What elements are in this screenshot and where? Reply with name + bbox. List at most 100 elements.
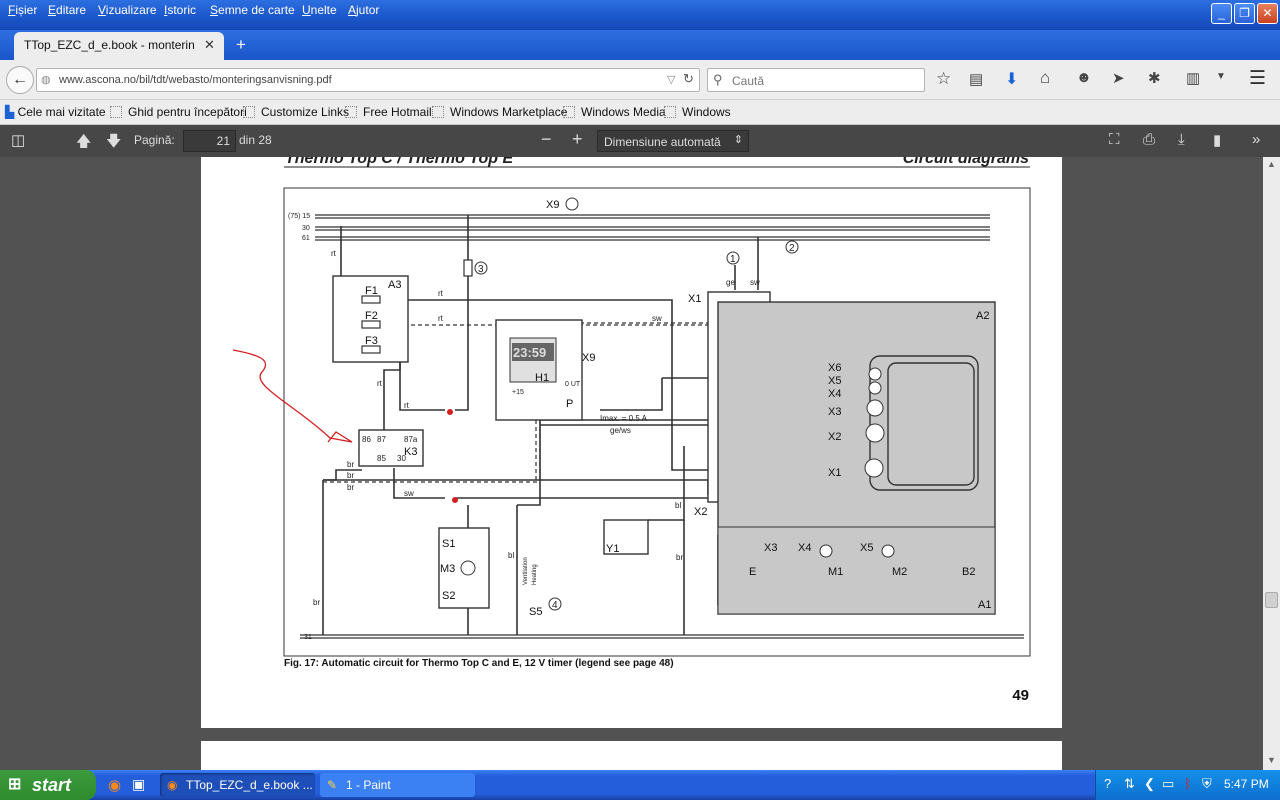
- menu-edit[interactable]: Editare: [48, 3, 86, 17]
- download-icon[interactable]: ⬇: [1005, 69, 1018, 89]
- label-imax: Imax. = 0.5 A: [600, 414, 648, 423]
- bookmark-getting-started[interactable]: Ghid pentru începători: [110, 105, 247, 119]
- task-firefox[interactable]: ◉ TTop_EZC_d_e.book ...: [160, 773, 315, 797]
- bookmark-free-hotmail[interactable]: Free Hotmail: [345, 105, 432, 119]
- search-icon: ⚲: [713, 72, 723, 87]
- tab-strip: TTop_EZC_d_e.book - monterings... ✕ +: [0, 30, 1280, 60]
- marker-3: 3: [478, 264, 484, 275]
- zoom-in-button[interactable]: +: [572, 129, 583, 150]
- reading-list-icon[interactable]: ▤: [969, 70, 983, 88]
- help-icon[interactable]: ?: [1104, 776, 1111, 791]
- marker-4: 4: [552, 600, 558, 611]
- marker-2: 2: [789, 243, 795, 254]
- home-icon[interactable]: ⌂: [1040, 68, 1050, 88]
- url-bar[interactable]: ◍ www.ascona.no/bil/tdt/webasto/monterin…: [36, 68, 700, 92]
- label-x4-lower: X4: [798, 542, 811, 554]
- start-label: start: [32, 775, 72, 795]
- save-icon[interactable]: ⤓: [1178, 131, 1185, 148]
- bookmark-windows-media[interactable]: Windows Media: [563, 105, 666, 119]
- wire-label: rt: [404, 401, 410, 410]
- menu-help[interactable]: Ajutor: [348, 3, 379, 17]
- label-x2: X2: [828, 431, 841, 443]
- presentation-mode-icon[interactable]: ⛶: [1109, 131, 1120, 148]
- back-button[interactable]: ←: [6, 66, 34, 94]
- network-icon[interactable]: ⇅: [1124, 776, 1135, 792]
- scroll-down-icon[interactable]: ▼: [1267, 755, 1276, 765]
- bookmark-windows[interactable]: Windows: [664, 105, 731, 119]
- label-f2: F2: [365, 310, 378, 322]
- bookmark-customize-links[interactable]: Customize Links: [243, 105, 349, 119]
- chevron-down-icon[interactable]: ▼: [1216, 71, 1226, 82]
- maximize-button[interactable]: ❐: [1234, 3, 1255, 24]
- label-e: E: [749, 566, 756, 578]
- firefox-quicklaunch-icon[interactable]: ◉: [108, 776, 121, 794]
- task-paint[interactable]: ✎ 1 - Paint: [320, 773, 475, 797]
- scroll-thumb[interactable]: [1265, 592, 1278, 608]
- chat-icon[interactable]: ☻: [1076, 69, 1092, 86]
- page-number-input[interactable]: 21: [183, 130, 236, 152]
- wire-label: rt: [377, 379, 383, 388]
- label-f1: F1: [365, 285, 378, 297]
- label-m2: M2: [892, 566, 907, 578]
- next-page-icon[interactable]: 🡇: [106, 131, 121, 156]
- zoom-select[interactable]: Dimensiune automată ⇕: [597, 130, 749, 152]
- hamburger-menu-icon[interactable]: ☰: [1249, 67, 1266, 90]
- dropdown-arrow-icon[interactable]: ▽: [667, 73, 675, 86]
- vertical-scrollbar[interactable]: ▲ ▼: [1263, 157, 1280, 770]
- relay-pin: 30: [397, 454, 406, 463]
- previous-page-icon[interactable]: 🡅: [76, 131, 91, 156]
- send-icon[interactable]: ➤: [1112, 69, 1125, 87]
- doc-header-right: Circuit diagrams: [903, 157, 1029, 167]
- menu-bookmarks[interactable]: Semne de carte: [210, 3, 295, 17]
- minimize-button[interactable]: _: [1211, 3, 1232, 24]
- zoom-out-button[interactable]: −: [541, 129, 552, 150]
- menu-view[interactable]: Vizualizare: [98, 3, 157, 17]
- firefox-icon: ◉: [167, 778, 178, 792]
- label-x3: X3: [828, 406, 841, 418]
- menu-history[interactable]: Istoric: [164, 3, 196, 17]
- bookmark-icon[interactable]: ▮: [1213, 131, 1221, 149]
- bookmark-page-icon: [563, 106, 575, 118]
- clock: 5:47 PM: [1224, 777, 1269, 791]
- label-x2-harness: X2: [694, 506, 707, 518]
- label-a1: A1: [978, 599, 991, 611]
- tab-active[interactable]: TTop_EZC_d_e.book - monterings... ✕: [14, 32, 224, 60]
- print-icon[interactable]: ⎙: [1143, 131, 1155, 148]
- pdf-page-next: [201, 741, 1062, 770]
- tools-chevron-icon[interactable]: »: [1252, 131, 1260, 148]
- star-icon[interactable]: ☆: [936, 69, 951, 89]
- addons-icon[interactable]: ✱: [1148, 69, 1161, 87]
- clipboard-icon[interactable]: ▥: [1186, 69, 1200, 87]
- marker-1: 1: [730, 254, 736, 265]
- tray-expand-icon[interactable]: ❮: [1144, 776, 1155, 792]
- bookmark-label: Customize Links: [261, 105, 350, 119]
- bookmark-windows-marketplace[interactable]: Windows Marketplace: [432, 105, 567, 119]
- shield-icon[interactable]: ⛨: [1202, 776, 1212, 792]
- title-bar: Fișier Editare Vizualizare Istoric Semne…: [0, 0, 1280, 30]
- reload-icon[interactable]: ↻: [683, 71, 694, 87]
- label-h1: H1: [535, 372, 549, 384]
- close-window-button[interactable]: ✕: [1257, 3, 1278, 24]
- search-box[interactable]: ⚲ Caută: [707, 68, 925, 92]
- bluetooth-icon[interactable]: ᛒ: [1184, 776, 1192, 791]
- menu-file[interactable]: Fișier: [8, 3, 37, 17]
- bookmark-label: Cele mai vizitate: [17, 105, 106, 119]
- label-m1: M1: [828, 566, 843, 578]
- sidebar-toggle-icon[interactable]: ◫: [11, 131, 25, 149]
- desktop-quicklaunch-icon[interactable]: ▣: [132, 776, 145, 793]
- label-x9: X9: [546, 199, 559, 211]
- close-tab-icon[interactable]: ✕: [204, 37, 215, 53]
- bookmark-most-visited[interactable]: ▙ Cele mai vizitate: [5, 105, 106, 119]
- label-x6: X6: [828, 362, 841, 374]
- label-x9-timer: X9: [582, 352, 595, 364]
- label-x5: X5: [828, 375, 841, 387]
- bookmark-page-icon: [243, 106, 255, 118]
- label-a2: A2: [976, 310, 989, 322]
- monitor-icon[interactable]: ▭: [1162, 776, 1174, 792]
- new-tab-button[interactable]: +: [236, 35, 246, 55]
- scroll-up-icon[interactable]: ▲: [1267, 159, 1276, 169]
- label-x5-lower: X5: [860, 542, 873, 554]
- menu-tools[interactable]: Unelte: [302, 3, 337, 17]
- label-s5: S5: [529, 606, 542, 618]
- start-button[interactable]: ⊞ start: [0, 770, 96, 800]
